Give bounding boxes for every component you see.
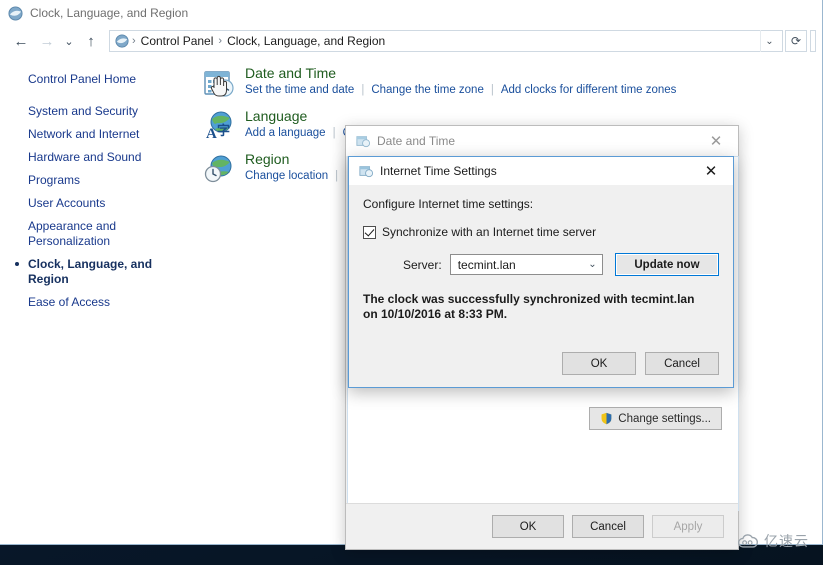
date-and-time-titlebar: Date and Time ✕ [346, 126, 738, 156]
internet-time-titlebar: Internet Time Settings ✕ [349, 157, 733, 185]
sidebar-item-control-panel-home[interactable]: Control Panel Home [0, 68, 195, 91]
explorer-title: Clock, Language, and Region [30, 6, 189, 20]
internet-time-cancel-button[interactable]: Cancel [645, 352, 719, 375]
category-title-region[interactable]: Region [245, 150, 353, 168]
cloud-icon [738, 534, 758, 548]
category-date-and-time: Date and Time Set the time and date | Ch… [195, 64, 822, 99]
sidebar-item-clock-language-and-region[interactable]: Clock, Language, and Region [0, 253, 195, 291]
watermark-text: 亿速云 [764, 534, 809, 550]
search-input[interactable] [810, 30, 816, 52]
uac-shield-icon [601, 412, 612, 425]
sidebar-item-programs[interactable]: Programs [0, 169, 195, 192]
language-globe-icon: A 字 [203, 110, 235, 142]
category-title-date-and-time[interactable]: Date and Time [245, 64, 676, 82]
sidebar: Control Panel Home System and Security N… [0, 56, 195, 545]
server-row: Server: tecmint.lan ⌄ Update now [363, 253, 719, 276]
category-links-language: Add a language | C [245, 125, 351, 141]
forward-button[interactable]: → [34, 28, 60, 54]
sidebar-item-appearance-and-personalization[interactable]: Appearance and Personalization [0, 215, 120, 253]
explorer-titlebar: Clock, Language, and Region [0, 0, 822, 26]
link-change-location[interactable]: Change location [245, 168, 328, 184]
date-time-cancel-button[interactable]: Cancel [572, 515, 644, 538]
address-dropdown-icon[interactable]: ⌄ [760, 30, 778, 52]
breadcrumb[interactable]: › Control Panel › Clock, Language, and R… [109, 30, 783, 52]
sidebar-item-hardware-and-sound[interactable]: Hardware and Sound [0, 146, 195, 169]
update-now-button[interactable]: Update now [614, 253, 719, 276]
refresh-button[interactable]: ⟳ [785, 30, 807, 52]
close-icon[interactable]: ✕ [694, 126, 738, 156]
chevron-down-icon[interactable]: ⌄ [583, 255, 602, 274]
internet-time-settings-dialog[interactable]: Internet Time Settings ✕ Configure Inter… [348, 156, 734, 388]
link-add-a-language[interactable]: Add a language [245, 125, 326, 141]
server-select[interactable]: tecmint.lan ⌄ [449, 254, 603, 275]
synchronize-checkbox[interactable] [363, 225, 376, 239]
close-icon[interactable]: ✕ [689, 157, 733, 185]
configure-label: Configure Internet time settings: [363, 197, 534, 211]
change-settings-label: Change settings... [618, 412, 711, 425]
server-selected-value: tecmint.lan [457, 257, 516, 272]
date-time-ok-button[interactable]: OK [492, 515, 564, 538]
up-button[interactable]: ↑ [78, 28, 104, 54]
internet-time-body: Configure Internet time settings: Synchr… [349, 185, 733, 322]
sync-status-message: The clock was successfully synchronized … [363, 292, 695, 321]
address-bar: ← → ⌄ ↑ › Control Panel › Clock, Languag… [0, 26, 822, 56]
sidebar-item-network-and-internet[interactable]: Network and Internet [0, 123, 195, 146]
calendar-clock-icon [203, 67, 235, 99]
svg-text:A: A [206, 126, 217, 142]
synchronize-checkbox-row[interactable]: Synchronize with an Internet time server [363, 225, 719, 239]
synchronize-label: Synchronize with an Internet time server [382, 225, 597, 239]
link-separator: | [490, 84, 494, 96]
link-change-the-time-zone[interactable]: Change the time zone [371, 82, 484, 98]
control-panel-icon [8, 5, 23, 21]
date-and-time-footer: OK Cancel Apply [346, 503, 738, 549]
change-settings-button[interactable]: Change settings... [589, 407, 722, 430]
control-panel-icon [115, 34, 129, 48]
sidebar-item-system-and-security[interactable]: System and Security [0, 100, 195, 123]
category-title-language[interactable]: Language [245, 107, 351, 125]
sidebar-item-user-accounts[interactable]: User Accounts [0, 192, 195, 215]
link-set-the-time-and-date[interactable]: Set the time and date [245, 82, 354, 98]
svg-text:字: 字 [217, 123, 230, 139]
link-separator: | [361, 84, 365, 96]
category-links-date-and-time: Set the time and date | Change the time … [245, 82, 676, 98]
breadcrumb-item-clock-language-region[interactable]: Clock, Language, and Region [223, 34, 389, 48]
link-add-clocks-for-different-time-zones[interactable]: Add clocks for different time zones [501, 82, 677, 98]
category-links-region: Change location | C [245, 168, 353, 184]
watermark: 亿速云 [737, 531, 809, 551]
internet-time-footer: OK Cancel [562, 352, 719, 375]
date-and-time-title: Date and Time [377, 134, 456, 148]
link-separator: | [332, 127, 336, 139]
date-time-icon [356, 136, 370, 148]
date-time-icon [359, 166, 373, 178]
back-button[interactable]: ← [8, 28, 34, 54]
link-separator: | [335, 170, 339, 182]
server-label: Server: [403, 257, 442, 272]
sidebar-item-ease-of-access[interactable]: Ease of Access [0, 291, 195, 314]
internet-time-title: Internet Time Settings [380, 164, 497, 178]
date-time-apply-button: Apply [652, 515, 724, 538]
region-globe-clock-icon [203, 153, 235, 185]
internet-time-ok-button[interactable]: OK [562, 352, 636, 375]
breadcrumb-item-control-panel[interactable]: Control Panel [137, 34, 218, 48]
recent-locations-button[interactable]: ⌄ [60, 28, 78, 54]
